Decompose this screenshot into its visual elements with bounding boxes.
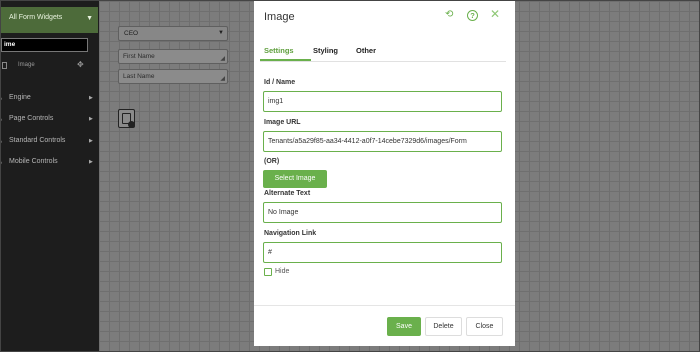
image-badge-icon	[128, 121, 135, 128]
save-button[interactable]: Save	[387, 317, 421, 336]
help-icon[interactable]: ?	[467, 10, 478, 21]
first-name-placeholder: First Name	[123, 53, 155, 60]
image-properties-dialog: Image ⟲ ? ✕ Settings Styling Other Id / …	[254, 1, 515, 346]
navigation-link-field[interactable]: #	[263, 242, 502, 263]
tab-settings[interactable]: Settings	[264, 46, 294, 55]
image-widget-icon	[2, 62, 7, 69]
sidebar-item-standard-controls[interactable]: 〉 Standard Controls ▶	[1, 137, 99, 149]
sidebar-item-engine[interactable]: 〉 Engine ▶	[1, 94, 99, 106]
chevron-right-icon: ▶	[89, 159, 93, 165]
chevron-down-icon: ▼	[86, 15, 93, 22]
hide-label: Hide	[275, 268, 290, 275]
active-tab-indicator	[260, 59, 311, 61]
id-field[interactable]: img1	[263, 91, 502, 112]
widgets-header-label: All Form Widgets	[9, 14, 63, 21]
chevron-down-icon: ▼	[218, 30, 224, 36]
id-label: Id / Name	[264, 79, 296, 86]
alt-text-label: Alternate Text	[264, 190, 311, 197]
resize-handle-icon: ◢	[220, 56, 225, 62]
widget-search-input[interactable]: ime	[1, 38, 88, 52]
image-widget-placeholder[interactable]	[118, 109, 135, 128]
first-name-field[interactable]: First Name ◢	[118, 49, 228, 64]
tab-other[interactable]: Other	[356, 46, 376, 55]
dialog-tabs: Settings Styling Other	[260, 41, 506, 62]
close-icon[interactable]: ✕	[490, 7, 500, 21]
widget-item-image[interactable]: Image ✥	[1, 60, 99, 73]
chevron-right-icon: ▶	[89, 116, 93, 122]
tab-styling[interactable]: Styling	[313, 46, 338, 55]
sidebar-item-label: Mobile Controls	[9, 158, 58, 165]
hide-checkbox[interactable]	[264, 268, 272, 276]
last-name-field[interactable]: Last Name ◢	[118, 69, 228, 84]
sidebar-item-label: Engine	[9, 94, 31, 101]
resize-handle-icon: ◢	[220, 76, 225, 82]
alt-text-field[interactable]: No Image	[263, 202, 502, 223]
sidebar-item-page-controls[interactable]: 〉 Page Controls ▶	[1, 115, 99, 127]
drag-handle-icon[interactable]: ✥	[77, 60, 84, 69]
app-window: All Form Widgets ▼ ime Image ✥ 〉 Engine …	[0, 0, 700, 352]
chevron-right-icon: ▶	[89, 95, 93, 101]
bracket-icon: 〉	[1, 158, 6, 168]
bracket-icon: 〉	[1, 94, 6, 104]
expand-icon[interactable]: ⟲	[445, 9, 453, 20]
widgets-header[interactable]: All Form Widgets ▼	[1, 7, 98, 33]
chevron-right-icon: ▶	[89, 138, 93, 144]
sidebar-item-label: Standard Controls	[9, 137, 66, 144]
dialog-footer-divider	[254, 305, 515, 306]
image-url-label: Image URL	[264, 119, 301, 126]
select-image-button[interactable]: Select Image	[263, 170, 327, 188]
role-select-value: CEO	[124, 30, 139, 37]
widgets-sidebar: All Form Widgets ▼ ime Image ✥ 〉 Engine …	[1, 1, 99, 351]
sidebar-item-mobile-controls[interactable]: 〉 Mobile Controls ▶	[1, 158, 99, 170]
navigation-link-label: Navigation Link	[264, 230, 317, 237]
or-label: (OR)	[264, 158, 280, 165]
role-select[interactable]: CEO ▼	[118, 26, 228, 41]
bracket-icon: 〉	[1, 137, 6, 147]
close-button[interactable]: Close	[466, 317, 503, 336]
dialog-title: Image	[264, 11, 295, 23]
sidebar-item-label: Page Controls	[9, 115, 54, 122]
bracket-icon: 〉	[1, 115, 6, 125]
image-url-field[interactable]: Tenants/a5a29f85-aa34-4412-a0f7-14cebe73…	[263, 131, 502, 152]
delete-button[interactable]: Delete	[425, 317, 462, 336]
widget-item-label: Image	[18, 62, 35, 68]
last-name-placeholder: Last Name	[123, 73, 155, 80]
